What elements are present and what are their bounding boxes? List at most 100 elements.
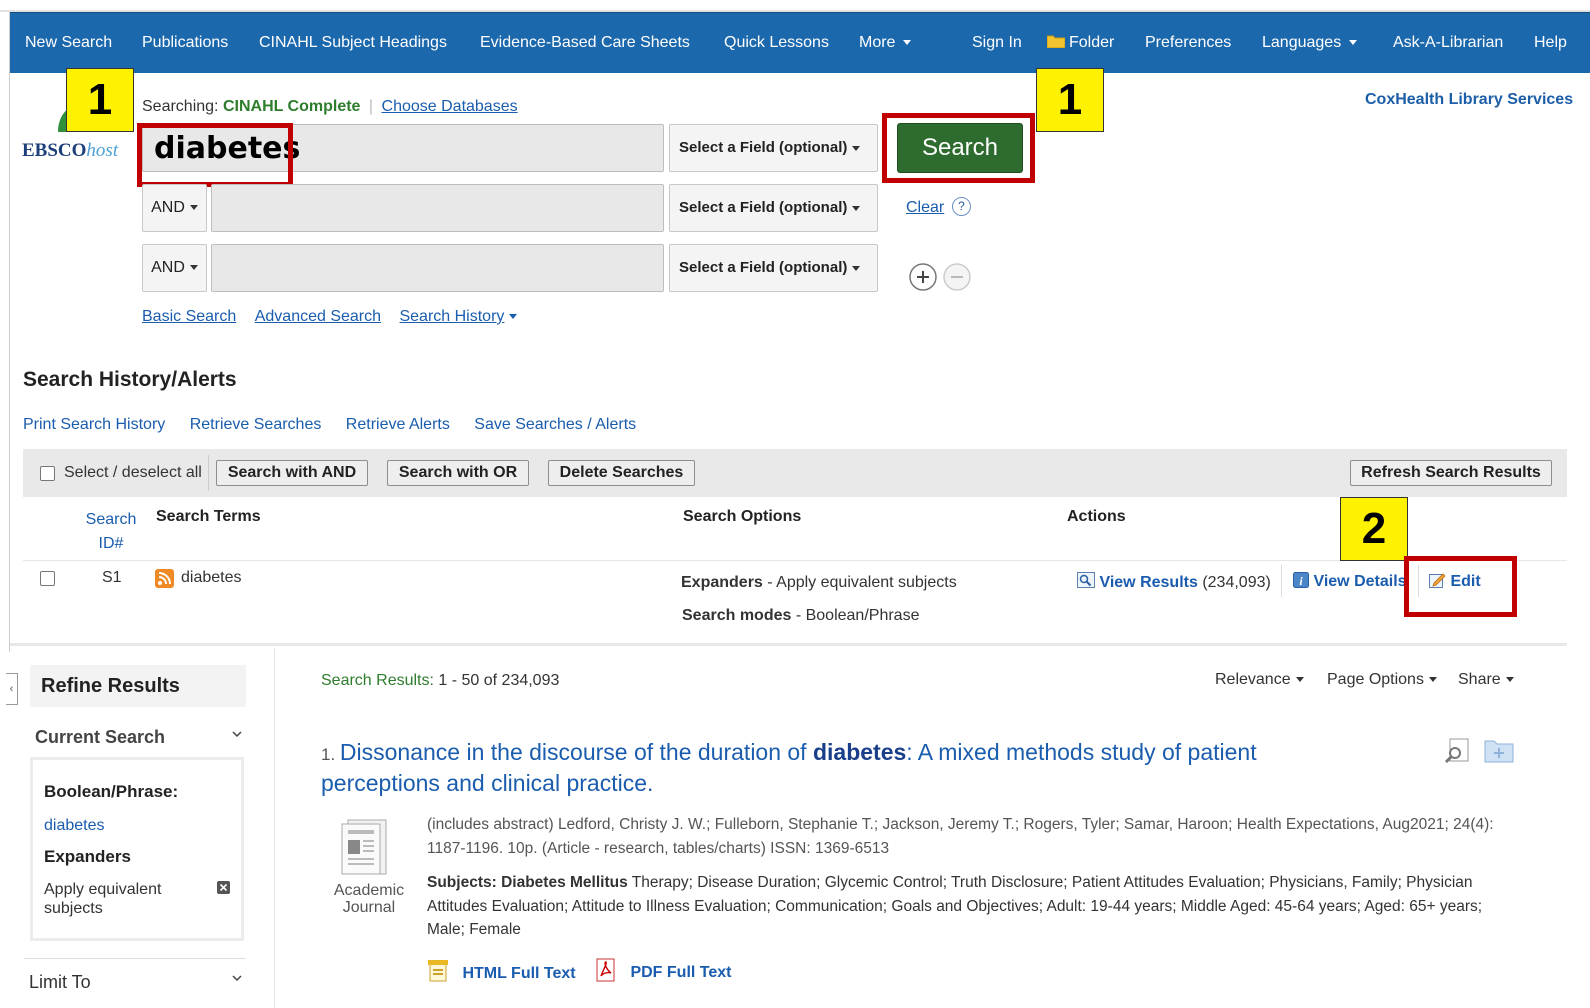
relevance-label: Relevance: [1215, 671, 1291, 688]
annotation-badge-2: 2: [1340, 497, 1408, 561]
top-navigation-bar: New Search Publications CINAHL Subject H…: [10, 12, 1590, 73]
column-search-id-line2: ID#: [98, 535, 124, 552]
result-number: 1.: [321, 745, 340, 764]
view-details-link[interactable]: View Details: [1313, 573, 1406, 590]
basic-search-link[interactable]: Basic Search: [142, 308, 236, 325]
row-search-modes: Search modes - Boolean/Phrase: [682, 607, 919, 625]
boolean-select-2-label: AND: [151, 259, 185, 276]
boolean-select-1[interactable]: AND: [142, 184, 207, 232]
limit-to-header[interactable]: Limit To: [24, 958, 246, 995]
collapse-chevron-icon: [232, 731, 242, 738]
plus-circle-icon[interactable]: [908, 262, 938, 292]
html-icon: [428, 960, 448, 982]
search-input-2[interactable]: [211, 184, 664, 232]
row-checkbox[interactable]: [40, 571, 55, 586]
results-summary: Search Results: 1 - 50 of 234,093: [321, 672, 559, 690]
select-all-checkbox[interactable]: [40, 466, 55, 481]
row-search-term: diabetes: [181, 569, 242, 586]
nav-cinahl-subject-headings[interactable]: CINAHL Subject Headings: [259, 13, 447, 73]
refresh-search-results-button[interactable]: Refresh Search Results: [1350, 460, 1552, 486]
results-summary-label: Search Results:: [321, 672, 439, 689]
nav-new-search[interactable]: New Search: [25, 13, 112, 73]
help-icon[interactable]: ?: [952, 197, 971, 216]
clear-link[interactable]: Clear: [906, 199, 944, 217]
nav-quick-lessons[interactable]: Quick Lessons: [724, 13, 829, 73]
ebsco-logo-text: EBSCOhost: [22, 140, 118, 162]
boolean-phrase-label: Boolean/Phrase:: [44, 782, 179, 801]
preview-icon[interactable]: [1444, 737, 1472, 763]
result-title-part1: Dissonance in the discourse of the durat…: [339, 739, 813, 765]
page-options-label: Page Options: [1327, 671, 1424, 688]
column-actions: Actions: [1067, 508, 1126, 525]
view-results-icon: [1077, 572, 1095, 588]
pdf-full-text-link[interactable]: PDF Full Text: [594, 958, 732, 982]
highlight-edit-action: [1404, 556, 1517, 617]
choose-databases-link[interactable]: Choose Databases: [382, 98, 518, 115]
result-title[interactable]: 1. Dissonance in the discourse of the du…: [321, 738, 1321, 798]
nav-preferences[interactable]: Preferences: [1145, 13, 1231, 73]
field-select-1[interactable]: Select a Field (optional): [669, 124, 878, 172]
refine-results-title: Refine Results: [41, 675, 180, 697]
highlight-search-term: [137, 123, 293, 187]
rss-icon[interactable]: [155, 569, 174, 588]
nav-sign-in[interactable]: Sign In: [972, 13, 1022, 73]
search-history-label: Search History: [399, 308, 505, 325]
column-search-id: Search ID#: [84, 508, 138, 556]
delete-searches-button[interactable]: Delete Searches: [548, 460, 695, 486]
retrieve-alerts-link[interactable]: Retrieve Alerts: [346, 416, 450, 433]
subjects-major: Diabetes Mellitus: [501, 874, 628, 891]
print-search-history-link[interactable]: Print Search History: [23, 416, 165, 433]
search-with-or-button[interactable]: Search with OR: [387, 460, 529, 486]
boolean-phrase-value[interactable]: diabetes: [44, 817, 105, 835]
publication-type-line2: Journal: [342, 899, 396, 916]
nav-folder[interactable]: Folder: [1046, 13, 1114, 73]
result-subjects-line3: Male; Female: [427, 921, 521, 938]
nav-languages[interactable]: Languages: [1262, 13, 1358, 73]
collapse-chevron-icon: [232, 975, 242, 982]
row-search-id: S1: [102, 569, 122, 586]
chevron-down-icon: [189, 265, 198, 271]
sidebar-collapse-tab[interactable]: ‹: [6, 673, 18, 705]
share-dropdown[interactable]: Share: [1458, 671, 1514, 689]
remove-icon[interactable]: [217, 881, 230, 894]
view-details-action[interactable]: i View Details: [1293, 572, 1407, 591]
search-mode-links: Basic Search Advanced Search Search Hist…: [142, 308, 518, 326]
table-row: S1 diabetes Expanders - Apply equivalent…: [23, 561, 1567, 637]
field-select-3[interactable]: Select a Field (optional): [669, 244, 878, 292]
view-results-link[interactable]: View Results: [1099, 574, 1197, 591]
row-expanders-label: Expanders: [681, 574, 763, 591]
nav-more[interactable]: More: [859, 13, 912, 73]
nav-help[interactable]: Help: [1534, 13, 1567, 73]
field-select-2[interactable]: Select a Field (optional): [669, 184, 878, 232]
row-search-modes-value: - Boolean/Phrase: [791, 607, 920, 624]
current-search-title: Current Search: [35, 727, 166, 747]
add-folder-icon[interactable]: [1484, 737, 1514, 763]
search-with-and-button[interactable]: Search with AND: [216, 460, 368, 486]
search-input-3[interactable]: [211, 244, 664, 292]
subjects-label: Subjects:: [427, 874, 502, 891]
page-options-dropdown[interactable]: Page Options: [1327, 671, 1437, 689]
searching-label: Searching:: [142, 98, 219, 115]
result-subjects-line2: Attitudes Evaluation; Attitude to Illnes…: [427, 897, 1483, 915]
search-button[interactable]: Search: [897, 123, 1023, 173]
minus-circle-icon[interactable]: [942, 262, 972, 292]
refine-results-header: Refine Results: [30, 665, 246, 707]
nav-ask-a-librarian[interactable]: Ask-A-Librarian: [1393, 13, 1503, 73]
view-results-action[interactable]: View Results (234,093): [1077, 572, 1271, 592]
current-search-header[interactable]: Current Search: [30, 722, 246, 752]
boolean-select-2[interactable]: AND: [142, 244, 207, 292]
pdf-full-text-label: PDF Full Text: [630, 964, 732, 981]
nav-evidence-based-care-sheets[interactable]: Evidence-Based Care Sheets: [480, 13, 690, 73]
html-full-text-link[interactable]: HTML Full Text: [427, 960, 576, 983]
nav-more-label: More: [859, 34, 896, 51]
result-subjects: Subjects: Diabetes Mellitus Therapy; Dis…: [427, 871, 1527, 942]
actions-divider: [1281, 565, 1282, 597]
advanced-search-link[interactable]: Advanced Search: [255, 308, 381, 325]
relevance-dropdown[interactable]: Relevance: [1215, 671, 1304, 689]
field-select-3-label: Select a Field (optional): [679, 259, 848, 276]
nav-publications[interactable]: Publications: [142, 13, 228, 73]
search-history-link[interactable]: Search History: [399, 308, 518, 325]
save-searches-alerts-link[interactable]: Save Searches / Alerts: [474, 416, 636, 433]
retrieve-searches-link[interactable]: Retrieve Searches: [190, 416, 322, 433]
history-links: Print Search History Retrieve Searches R…: [23, 416, 636, 434]
